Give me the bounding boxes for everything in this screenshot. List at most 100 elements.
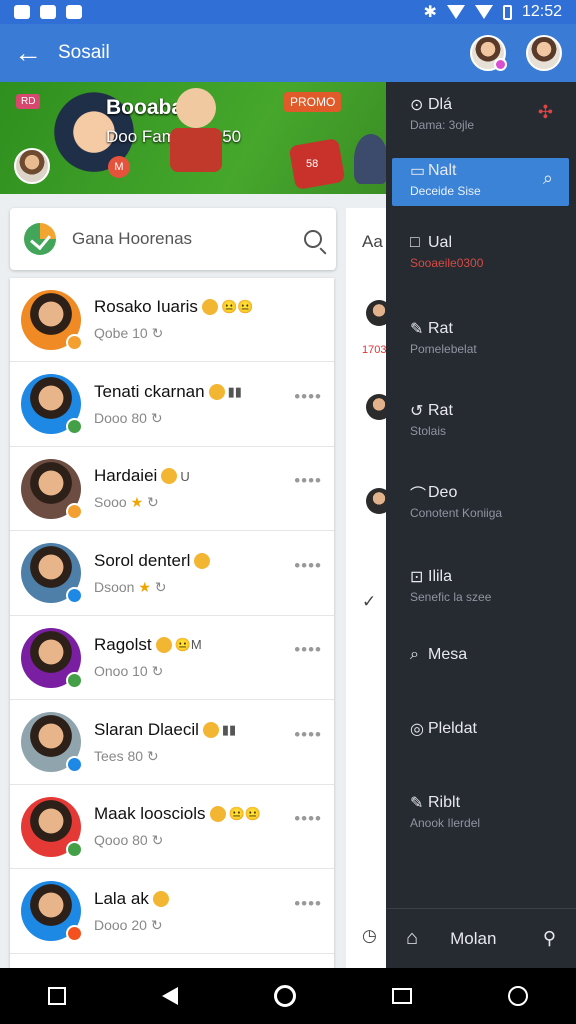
drawer-item-icon: ⌕ <box>410 646 419 663</box>
screenshot-icon[interactable] <box>48 987 66 1005</box>
status-badge <box>66 840 83 858</box>
banner-tag: RD <box>16 94 41 109</box>
emoji-icon <box>202 721 219 738</box>
list-item[interactable]: Lala ak Dooo 20 ↻ •••• <box>10 870 334 954</box>
refresh-icon: ↻ <box>147 832 164 848</box>
search-icon[interactable]: ⌕ <box>543 168 553 189</box>
drawer-item-label: Ilila <box>428 568 453 585</box>
avatar[interactable] <box>21 543 83 604</box>
drawer-item-label: Nalt <box>428 162 457 179</box>
list-item[interactable]: Hardaiei U Sooo ★ ↻ •••• <box>10 447 334 531</box>
drawer-item-label: Riblt <box>428 794 461 811</box>
drawer-item-icon: ⊙ <box>410 97 424 114</box>
drawer-item-subtitle: Stolais <box>410 424 447 438</box>
emoji-extra: ▮▮ <box>227 383 242 399</box>
drawer-item-subtitle: Conotent Koniiga <box>410 506 503 520</box>
banner-badge: M <box>108 156 130 178</box>
avatar[interactable] <box>470 35 507 71</box>
contact-meta: Sooo <box>94 494 127 510</box>
search-icon[interactable] <box>304 230 322 248</box>
list-item[interactable]: Tenati ckarnan ▮▮ Dooo 80 ↻ •••• <box>10 363 334 447</box>
list-item[interactable]: Sorol denterl Dsoon ★ ↻ •••• <box>10 532 334 616</box>
avatar[interactable] <box>21 289 83 351</box>
avatar[interactable] <box>21 712 83 773</box>
back-nav-icon[interactable] <box>162 987 178 1005</box>
contact-name: Hardaiei <box>94 466 158 485</box>
app-logo-icon <box>24 223 56 255</box>
drawer-item[interactable]: ⊙ Dlá Dama: 3ojle ✣ <box>392 92 569 140</box>
drawer-item[interactable]: ⌒ Deo Conotent Koniiga <box>392 480 569 528</box>
more-options-icon[interactable]: •••• <box>294 640 322 660</box>
more-options-icon[interactable]: •••• <box>294 725 322 745</box>
contact-name: Lala ak <box>94 888 149 908</box>
avatar[interactable] <box>21 627 83 689</box>
drawer-item-subtitle: Pomelebelat <box>410 342 477 356</box>
refresh-icon: ↻ <box>147 325 164 341</box>
banner-avatar[interactable] <box>14 148 50 184</box>
more-options-icon[interactable]: •••• <box>294 809 322 829</box>
avatar[interactable] <box>21 458 83 520</box>
more-options-icon[interactable]: •••• <box>294 387 322 407</box>
drawer-item[interactable]: ⌕ Mesa <box>392 642 569 690</box>
drawer-item[interactable]: ↺ Rat Stolais <box>392 398 569 446</box>
drawer-item-subtitle: Anook Ilerdel <box>410 816 481 830</box>
drawer-item-label: Dlá <box>428 96 453 113</box>
wifi-icon <box>446 5 465 19</box>
drawer-item-label: Mesa <box>428 646 468 663</box>
contact-meta: Qooo 80 <box>94 832 148 848</box>
refresh-icon: ↻ <box>146 916 163 933</box>
list-item[interactable]: Rosako Iuaris 😐😐 Qobe 10 ↻ <box>10 278 334 362</box>
emoji-icon <box>209 806 226 822</box>
app-title: Sosail <box>58 42 110 63</box>
avatar[interactable] <box>366 488 386 514</box>
back-arrow-icon[interactable]: ← <box>14 37 48 69</box>
clock-icon[interactable] <box>508 986 528 1006</box>
drawer-item[interactable]: ◎ Pleldat <box>392 716 569 764</box>
drawer-item-label: Deo <box>428 484 458 501</box>
recents-nav-icon[interactable] <box>392 988 412 1004</box>
bluetooth-icon: ✱ <box>423 4 437 21</box>
drawer-item[interactable]: ▭ Nalt Deceide Sise ⌕ <box>392 158 569 206</box>
drawer-item[interactable]: ⊡ Ilila Senefic la szee <box>392 564 569 612</box>
more-options-icon[interactable]: •••• <box>294 556 322 576</box>
image-icon <box>66 5 82 19</box>
avatar[interactable] <box>21 796 83 858</box>
avatar[interactable] <box>366 394 386 420</box>
profile-avatar[interactable] <box>526 35 562 71</box>
list-item[interactable]: Ragolst 😐M Onoo 10 ↻ •••• <box>10 616 334 700</box>
status-dot <box>494 58 507 71</box>
add-icon[interactable]: ✣ <box>538 102 553 123</box>
drawer-item-icon: ↺ <box>410 403 424 420</box>
location-pin-icon[interactable]: ⚲ <box>543 928 556 949</box>
drawer-item-icon: ✎ <box>410 795 424 812</box>
contact-name: Ragolst <box>94 635 152 654</box>
drawer-item[interactable]: ✎ Rat Pomelebelat <box>392 316 569 364</box>
system-nav-bar <box>0 968 576 1024</box>
emoji-extra: ▮▮ <box>221 721 237 737</box>
dice-label: 58 <box>306 158 319 170</box>
battery-icon <box>502 4 512 20</box>
more-options-icon[interactable]: •••• <box>294 471 322 491</box>
contact-name: Sorol denterl <box>94 550 191 570</box>
contact-meta: Qobe 10 <box>94 325 148 341</box>
search-input[interactable]: Gana Hoorenas <box>72 229 192 249</box>
contact-name: Tenati ckarnan <box>94 381 205 401</box>
list-item[interactable]: Maak loosciols 😐😐 Qooo 80 ↻ •••• <box>10 785 334 869</box>
avatar[interactable] <box>366 300 386 326</box>
contact-list: Rosako Iuaris 😐😐 Qobe 10 ↻ Tenati ckarnan ▮▮… <box>10 278 334 968</box>
drawer-item[interactable]: □ Ual Sooaeile0300 <box>392 230 569 278</box>
avatar[interactable] <box>21 881 83 942</box>
toy-figure-body <box>170 128 222 172</box>
more-options-icon[interactable]: •••• <box>294 894 322 914</box>
home-nav-icon[interactable] <box>274 985 296 1007</box>
search-bar[interactable]: Gana Hoorenas <box>10 208 336 270</box>
footer-label[interactable]: Molan <box>450 929 496 949</box>
contact-meta: Onoo 10 <box>94 663 148 679</box>
avatar[interactable] <box>21 374 83 435</box>
drawer-item[interactable]: ✎ Riblt Anook Ilerdel <box>392 790 569 838</box>
list-item[interactable]: Slaran Dlaecil ▮▮ Tees 80 ↻ •••• <box>10 701 334 785</box>
emoji-icon <box>194 552 211 569</box>
status-badge <box>66 502 83 520</box>
toy-figure <box>176 88 216 128</box>
home-icon[interactable]: ⌂ <box>406 927 418 950</box>
